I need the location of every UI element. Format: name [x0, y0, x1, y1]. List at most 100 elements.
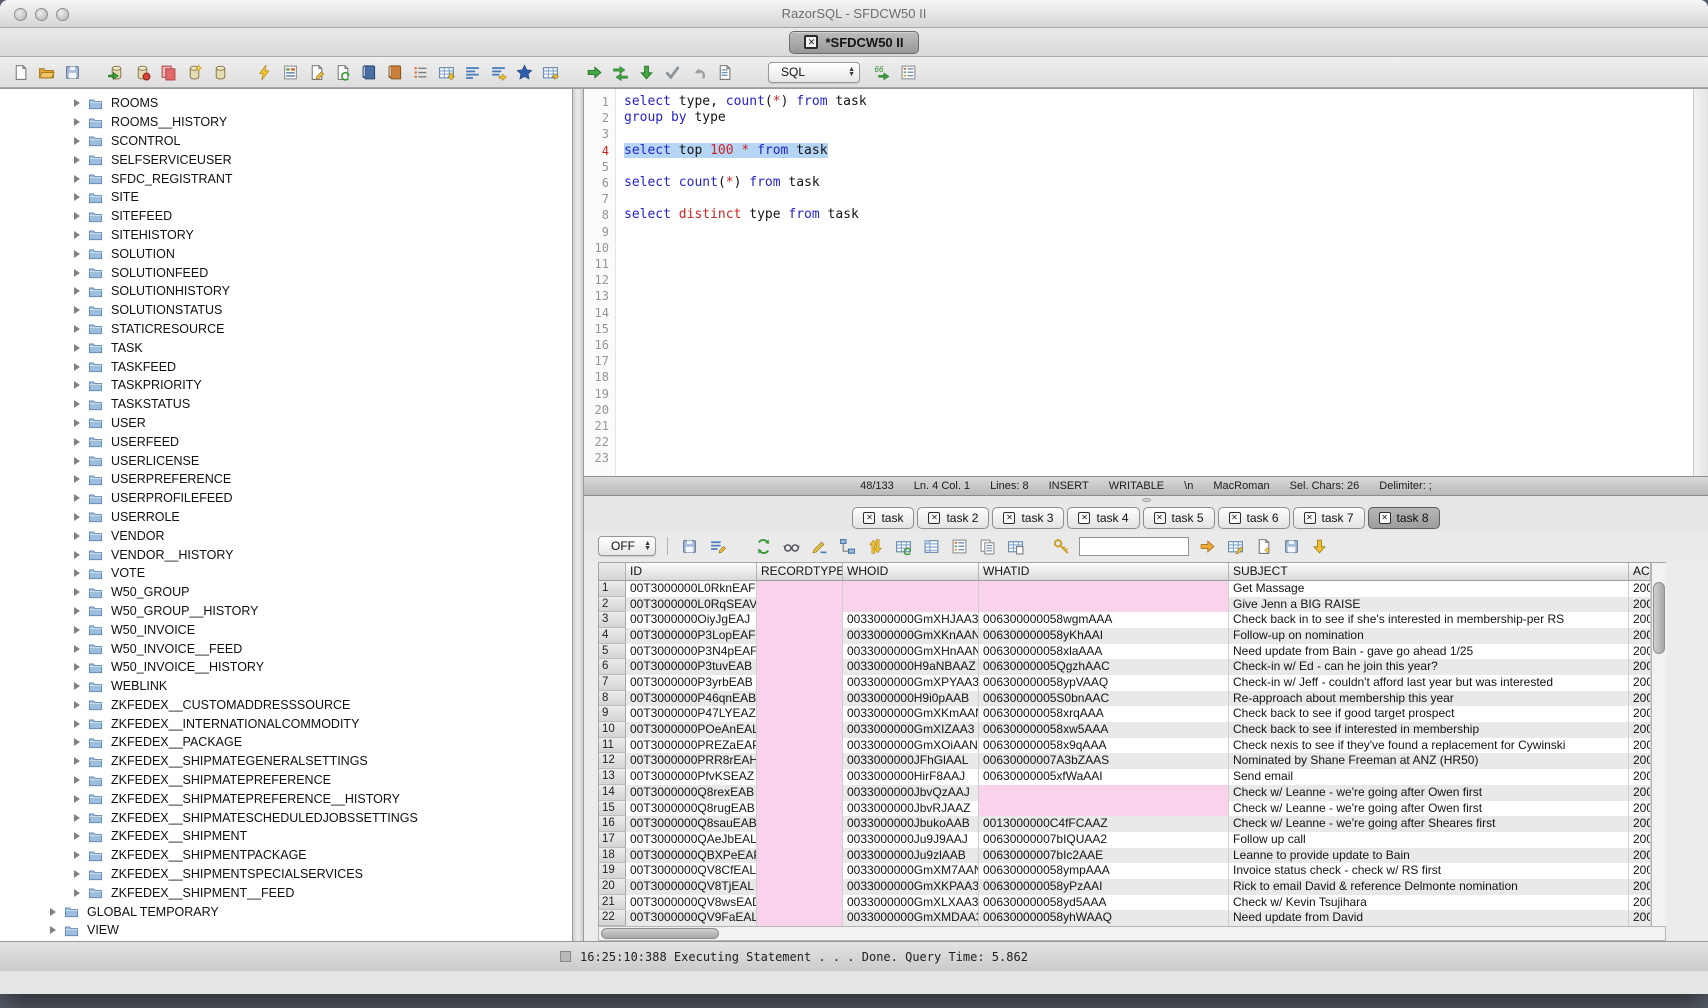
- tree-item-solutionfeed[interactable]: SOLUTIONFEED: [0, 263, 572, 282]
- cell-num[interactable]: 14: [599, 785, 626, 801]
- table-row[interactable]: 1300T3000000PfvKSEAZ0033000000HirF8AAJ00…: [599, 769, 1651, 785]
- disclosure-triangle-icon[interactable]: [74, 532, 80, 540]
- result-tab-task-5[interactable]: ✕task 5: [1143, 507, 1215, 529]
- cell-whoid[interactable]: 0033000000Ju9J9AAJ: [843, 832, 979, 848]
- table-copy-icon[interactable]: [1005, 536, 1025, 556]
- disclosure-triangle-icon[interactable]: [74, 663, 80, 671]
- cell-num[interactable]: 16: [599, 816, 626, 832]
- tree-item-zkfedex__shipmatescheduledjobssettings[interactable]: ZKFEDEX__SHIPMATESCHEDULEDJOBSSETTINGS: [0, 808, 572, 827]
- tab-close-icon[interactable]: ✕: [1003, 512, 1015, 524]
- cell-ac[interactable]: 200: [1629, 769, 1651, 785]
- tree-item-vote[interactable]: VOTE: [0, 564, 572, 583]
- table-row[interactable]: 900T3000000P47LYEAZ0033000000GmXKmAAN006…: [599, 706, 1651, 722]
- cell-whatid[interactable]: 00630000005S0bnAAC: [979, 691, 1229, 707]
- tree-item-taskfeed[interactable]: TASKFEED: [0, 357, 572, 376]
- cell-ac[interactable]: 200: [1629, 659, 1651, 675]
- table-row[interactable]: 1400T3000000Q8rexEAB0033000000JbvQzAAJCh…: [599, 785, 1651, 801]
- cell-id[interactable]: 00T3000000PRR8rEAH: [626, 753, 757, 769]
- tree-item-zkfedex__shipmentspecialservices[interactable]: ZKFEDEX__SHIPMENTSPECIALSERVICES: [0, 865, 572, 884]
- cell-whatid[interactable]: 006300000058yd5AAA: [979, 895, 1229, 911]
- disclosure-triangle-icon[interactable]: [74, 475, 80, 483]
- result-tab-task-7[interactable]: ✕task 7: [1293, 507, 1365, 529]
- disclosure-triangle-icon[interactable]: [74, 588, 80, 596]
- cell-recordtypeid[interactable]: [757, 722, 843, 738]
- go-arrow-icon[interactable]: [1197, 536, 1217, 556]
- tree-item-sitehistory[interactable]: SITEHISTORY: [0, 226, 572, 245]
- cell-whatid[interactable]: [979, 597, 1229, 613]
- disclosure-triangle-icon[interactable]: [74, 250, 80, 258]
- cell-num[interactable]: 22: [599, 910, 626, 926]
- cell-ac[interactable]: 200: [1629, 738, 1651, 754]
- cell-ac[interactable]: 200: [1629, 628, 1651, 644]
- disclosure-triangle-icon[interactable]: [74, 569, 80, 577]
- cell-whoid[interactable]: 0033000000GmXPYAA3: [843, 675, 979, 691]
- code-line-13[interactable]: [624, 288, 1693, 304]
- code-line-15[interactable]: [624, 321, 1693, 337]
- disclosure-triangle-icon[interactable]: [74, 795, 80, 803]
- cell-recordtypeid[interactable]: [757, 785, 843, 801]
- cell-num[interactable]: 5: [599, 644, 626, 660]
- cell-subject[interactable]: Get Massage: [1229, 581, 1629, 597]
- cell-subject[interactable]: Nominated by Shane Freeman at ANZ (HR50): [1229, 753, 1629, 769]
- title-bar[interactable]: RazorSQL - SFDCW50 II: [0, 0, 1708, 28]
- go-next-icon[interactable]: [584, 62, 604, 82]
- vertical-splitter[interactable]: [572, 89, 584, 941]
- cell-num[interactable]: 4: [599, 628, 626, 644]
- disclosure-triangle-icon[interactable]: [74, 306, 80, 314]
- disclosure-triangle-icon[interactable]: [74, 626, 80, 634]
- disclosure-triangle-icon[interactable]: [74, 287, 80, 295]
- cell-num[interactable]: 15: [599, 801, 626, 817]
- key-pin-icon[interactable]: [1051, 536, 1071, 556]
- column-header-recordtypeid[interactable]: RECORDTYPEID: [757, 563, 843, 581]
- new-file-icon[interactable]: [10, 62, 30, 82]
- cell-ac[interactable]: 200: [1629, 691, 1651, 707]
- tree-item-w50_invoice[interactable]: W50_INVOICE: [0, 620, 572, 639]
- results-horizontal-scrollbar[interactable]: [598, 926, 1666, 941]
- view-glasses-icon[interactable]: [781, 536, 801, 556]
- results-vertical-scrollbar[interactable]: [1651, 563, 1666, 926]
- table-export-icon[interactable]: [436, 62, 456, 82]
- cell-whoid[interactable]: 0033000000GmXMDAA3: [843, 910, 979, 926]
- tree-item-sitefeed[interactable]: SITEFEED: [0, 207, 572, 226]
- cell-ac[interactable]: 200: [1629, 863, 1651, 879]
- disclosure-triangle-icon[interactable]: [74, 231, 80, 239]
- disclosure-triangle-icon[interactable]: [74, 269, 80, 277]
- cell-whatid[interactable]: 006300000058xlaAAA: [979, 644, 1229, 660]
- result-tab-task-8[interactable]: ✕task 8: [1368, 507, 1440, 529]
- table-row[interactable]: 200T3000000L0RqSEAVGive Jenn a BIG RAISE…: [599, 597, 1651, 613]
- tree-item-rooms[interactable]: ROOMS: [0, 94, 572, 113]
- cell-id[interactable]: 00T3000000P3N4pEAF: [626, 644, 757, 660]
- download-arrow-icon[interactable]: [1309, 536, 1329, 556]
- cell-id[interactable]: 00T3000000Q8rugEAB: [626, 801, 757, 817]
- tree-item-user[interactable]: USER: [0, 414, 572, 433]
- tree-item-taskstatus[interactable]: TASKSTATUS: [0, 395, 572, 414]
- cell-recordtypeid[interactable]: [757, 832, 843, 848]
- db-object-icon[interactable]: [210, 62, 230, 82]
- cell-subject[interactable]: Need update from David: [1229, 910, 1629, 926]
- go-down-icon[interactable]: [636, 62, 656, 82]
- tree-item-zkfedex__shipment[interactable]: ZKFEDEX__SHIPMENT: [0, 827, 572, 846]
- cell-id[interactable]: 00T3000000L0RknEAF: [626, 581, 757, 597]
- zoom-window-button[interactable]: [56, 8, 69, 21]
- disclosure-triangle-icon[interactable]: [50, 908, 56, 916]
- cell-recordtypeid[interactable]: [757, 879, 843, 895]
- tree-item-zkfedex__package[interactable]: ZKFEDEX__PACKAGE: [0, 733, 572, 752]
- code-line-22[interactable]: [624, 434, 1693, 450]
- result-tab-task-6[interactable]: ✕task 6: [1218, 507, 1290, 529]
- cell-subject[interactable]: Invoice status check - check w/ RS first: [1229, 863, 1629, 879]
- cell-ac[interactable]: 200: [1629, 753, 1651, 769]
- tree-item-w50_invoice__history[interactable]: W50_INVOICE__HISTORY: [0, 658, 572, 677]
- result-tab-task-4[interactable]: ✕task 4: [1067, 507, 1139, 529]
- tree-item-zkfedex__internationalcommodity[interactable]: ZKFEDEX__INTERNATIONALCOMMODITY: [0, 714, 572, 733]
- cell-num[interactable]: 21: [599, 895, 626, 911]
- open-folder-icon[interactable]: [36, 62, 56, 82]
- cell-subject[interactable]: Check back to see if good target prospec…: [1229, 706, 1629, 722]
- insert-child-icon[interactable]: [837, 536, 857, 556]
- cell-id[interactable]: 00T3000000Q8sauEAB: [626, 816, 757, 832]
- table-row[interactable]: 500T3000000P3N4pEAF0033000000GmXHnAAN006…: [599, 644, 1651, 660]
- disclosure-triangle-icon[interactable]: [74, 889, 80, 897]
- disclosure-triangle-icon[interactable]: [74, 99, 80, 107]
- table-import-icon[interactable]: [540, 62, 560, 82]
- cell-subject[interactable]: Check w/ Leanne - we're going after Shea…: [1229, 816, 1629, 832]
- cell-whatid[interactable]: 00630000007A3bZAAS: [979, 753, 1229, 769]
